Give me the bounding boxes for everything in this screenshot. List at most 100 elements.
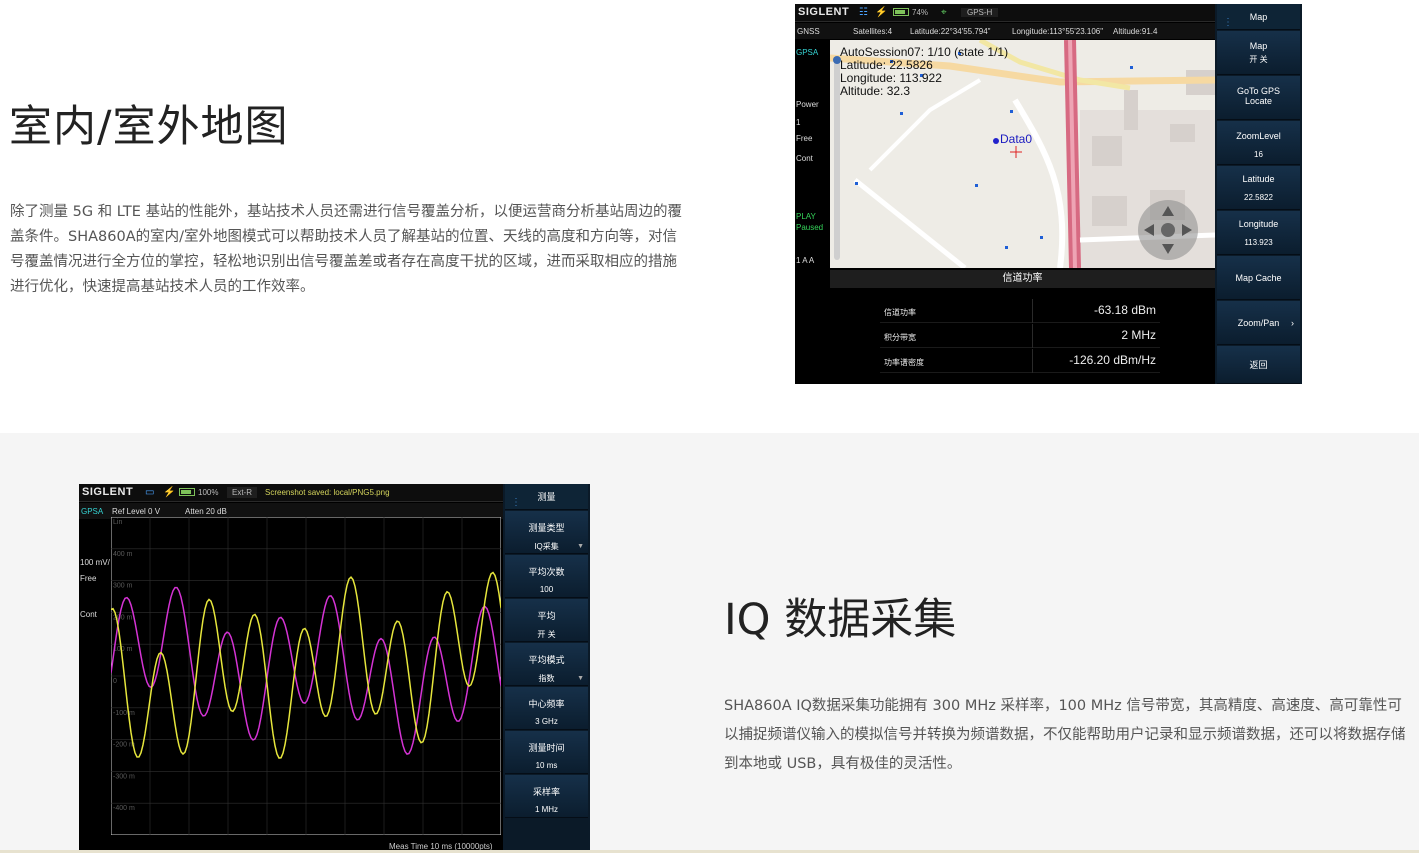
y-tick-label: -400 m: [113, 805, 135, 812]
trace-indicator: 1 A A: [796, 256, 815, 265]
button-label: ZoomLevel: [1236, 131, 1281, 141]
button-value: 指数: [538, 674, 555, 683]
goto-gps-button[interactable]: GoTo GPS Locate: [1217, 76, 1300, 120]
battery-level: 100%: [198, 488, 219, 497]
button-label-2: Locate: [1244, 96, 1273, 106]
button-value: 3 GHz: [535, 717, 558, 726]
meas-time-label: Meas Time 10 ms (10000pts): [389, 842, 493, 850]
row-value: -126.20 dBm/Hz: [1069, 353, 1156, 367]
meas-time-button[interactable]: 测量时间 10 ms: [505, 731, 588, 774]
button-label: Zoom/Pan: [1237, 318, 1280, 328]
latitude-button[interactable]: Latitude 22.5822: [1217, 166, 1300, 210]
cont-label: Cont: [80, 610, 97, 619]
y-tick-label: -300 m: [113, 773, 135, 780]
waveform-graphic: Lin400 m300 m200 m100 m0-100 m-200 m-300…: [110, 516, 502, 836]
dropdown-arrow-icon: ▼: [577, 675, 584, 682]
altitude-readout: Altitude:91.4: [1113, 27, 1158, 36]
table-row: 积分带宽 2 MHz: [880, 324, 1160, 348]
mode-label: GPSA: [81, 507, 104, 516]
row-divider: [1032, 299, 1033, 323]
battery-level: 74%: [912, 8, 929, 17]
network-icon: ☷: [859, 7, 868, 18]
paused-label: Paused: [796, 223, 824, 232]
screenshot-saved-message: Screenshot saved: local/PNG5.png: [265, 488, 390, 497]
y-tick-label: 0: [113, 678, 117, 685]
gnss-label: GNSS: [797, 27, 820, 36]
map-toggle-button[interactable]: Map 开 关: [1217, 31, 1300, 75]
average-mode-button[interactable]: 平均模式 指数 ▼: [505, 643, 588, 686]
button-label: 平均: [537, 611, 556, 621]
status-bar: SIGLENT ▭ ⚡ 100% Ext-R Screenshot saved:…: [79, 484, 503, 502]
table-row: 功率谱密度 -126.20 dBm/Hz: [880, 349, 1160, 373]
row-divider: [1032, 349, 1033, 373]
street-map[interactable]: AutoSession07: 1/10 (state 1/1) Latitude…: [830, 40, 1215, 268]
panel-title: 信道功率: [830, 270, 1215, 288]
usb-icon: ▭: [145, 487, 155, 498]
button-label: Longitude: [1238, 219, 1279, 229]
iq-waveform-plot: Lin 400 m 300 m 200 m 100 m 0 -100 m -200 m -300…: [110, 516, 502, 836]
attenuation: Atten 20 dB: [185, 507, 227, 516]
softkey-menu: ⋮ Map Map 开 关 GoTo GPS Locate ZoomLevel …: [1215, 4, 1302, 384]
back-button[interactable]: 返回: [1217, 346, 1300, 384]
battery-icon: [179, 488, 195, 496]
chevron-right-icon: ›: [1291, 318, 1294, 328]
section-title: IQ 数据采集: [724, 595, 957, 645]
gps-icon: ⌖: [941, 7, 947, 18]
button-value: 113.923: [1244, 238, 1273, 247]
longitude-button[interactable]: Longitude 113.923: [1217, 211, 1300, 255]
plug-icon: ⚡: [875, 7, 888, 18]
menu-title: Map: [1249, 12, 1268, 22]
y-tick-label: -200 m: [113, 742, 135, 749]
button-label: 测量时间: [528, 743, 565, 753]
center-freq-button[interactable]: 中心频率 3 GHz: [505, 687, 588, 730]
free-label: Free: [80, 574, 97, 583]
battery-icon: [893, 8, 909, 16]
power-value: 1: [796, 118, 801, 127]
section-description: 除了测量 5G 和 LTE 基站的性能外，基站技术人员还需进行信号覆盖分析，以便…: [10, 204, 682, 295]
map-cache-button[interactable]: Map Cache: [1217, 256, 1300, 300]
table-row: 信道功率 -63.18 dBm: [880, 299, 1160, 323]
section-title: 室内/室外地图: [9, 102, 289, 152]
ref-level: Ref Level 0 V: [112, 507, 161, 516]
row-value: 2 MHz: [1121, 328, 1156, 342]
zoom-level-button[interactable]: ZoomLevel 16: [1217, 121, 1300, 165]
row-label: 信道功率: [884, 308, 916, 317]
row-value: -63.18 dBm: [1093, 303, 1156, 317]
row-divider: [1032, 324, 1033, 348]
sample-rate-button[interactable]: 采样率 1 MHz: [505, 775, 588, 818]
ext-ref-label: Ext-R: [227, 487, 257, 498]
button-label: Latitude: [1242, 174, 1275, 184]
meas-type-button[interactable]: 测量类型 IQ采集 ▼: [505, 511, 588, 554]
button-value: 10 ms: [535, 761, 558, 770]
button-label: Map Cache: [1235, 273, 1282, 283]
scale-label: 100 mV/: [80, 558, 110, 567]
session-info: AutoSession07: 1/10 (state 1/1) Latitude…: [840, 46, 1008, 98]
menu-header: ⋮ 测量: [505, 484, 588, 510]
status-bar: SIGLENT ☷ ⚡ 74% ⌖ GPS-H: [795, 4, 1215, 22]
free-label: Free: [796, 134, 813, 143]
button-value: 100: [539, 585, 554, 594]
button-label: 平均次数: [528, 567, 565, 577]
latitude-readout: Latitude:22°34'55.794": [910, 27, 991, 36]
button-label: 测量类型: [528, 523, 565, 533]
average-toggle-button[interactable]: 平均 开 关: [505, 599, 588, 642]
menu-header: ⋮ Map: [1217, 4, 1300, 30]
mode-label: GPSA: [796, 48, 819, 57]
button-label: GoTo GPS: [1236, 86, 1281, 96]
power-label: Power: [796, 100, 819, 109]
siglent-logo: SIGLENT: [798, 6, 850, 18]
button-label: Map: [1249, 41, 1268, 51]
button-value: 1 MHz: [534, 805, 559, 814]
button-label: 返回: [1249, 360, 1268, 370]
data-marker-label[interactable]: Data0: [1000, 132, 1032, 146]
row-label: 积分带宽: [884, 333, 916, 342]
zoom-pan-button[interactable]: Zoom/Pan ›: [1217, 301, 1300, 345]
instrument-screenshot-iq: SIGLENT ▭ ⚡ 100% Ext-R Screenshot saved:…: [79, 484, 590, 850]
button-value: IQ采集: [534, 542, 559, 551]
section-indoor-outdoor-map: 室内/室外地图 除了测量 5G 和 LTE 基站的性能外，基站技术人员还需进行信…: [0, 0, 1419, 433]
dropdown-arrow-icon: ▼: [577, 543, 584, 550]
session-altitude: Altitude: 32.3: [840, 84, 911, 98]
instrument-screenshot-map: SIGLENT ☷ ⚡ 74% ⌖ GPS-H GNSS Satellites:…: [795, 4, 1302, 384]
button-label: 平均模式: [528, 655, 565, 665]
average-count-button[interactable]: 平均次数 100: [505, 555, 588, 598]
